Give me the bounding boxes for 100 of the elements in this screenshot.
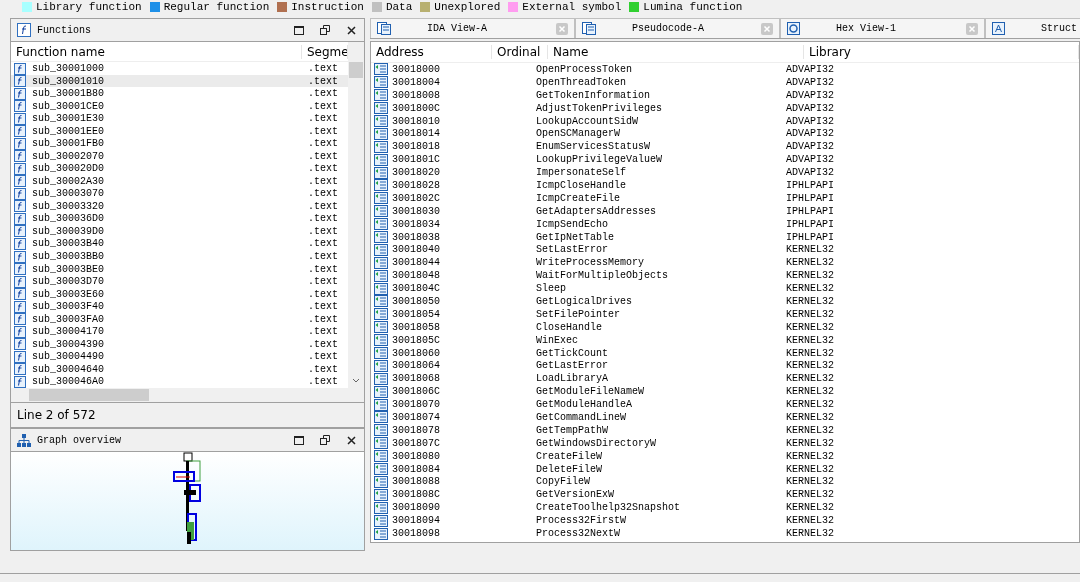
library-cell-text: KERNEL32 xyxy=(786,502,835,514)
library-cell-text: KERNEL32 xyxy=(786,308,835,320)
import-icon xyxy=(374,295,388,308)
function-row[interactable]: sub_30002A30 .text xyxy=(11,175,348,188)
name-cell-text: WinExec xyxy=(536,334,579,346)
address-cell: 3001804C xyxy=(371,282,536,295)
hierarchy-icon xyxy=(17,433,31,447)
function-row[interactable]: sub_30003B40 .text xyxy=(11,237,348,251)
function-row[interactable]: sub_30001FB0 .text xyxy=(11,137,348,150)
function-row[interactable]: sub_30003320 .text xyxy=(11,200,348,213)
column-header[interactable]: Name xyxy=(548,45,804,59)
restore-icon[interactable] xyxy=(318,23,332,37)
name-cell-text: AdjustTokenPrivileges xyxy=(536,102,664,114)
function-row[interactable]: sub_30001B80 .text xyxy=(11,87,348,100)
import-icon xyxy=(374,463,388,476)
address-cell: 3001801C xyxy=(371,153,536,166)
library-cell-text: ADVAPI32 xyxy=(786,102,835,114)
function-row[interactable]: sub_30001EE0 .text xyxy=(11,124,348,138)
legend-label: Data xyxy=(385,1,413,13)
function-row[interactable]: sub_30001CE0 .text xyxy=(11,99,348,113)
library-cell-text: IPHLPAPI xyxy=(786,192,835,204)
function-row[interactable]: sub_30004390 .text xyxy=(11,337,348,351)
address-cell: 30018068 xyxy=(371,372,536,385)
scroll-thumb[interactable] xyxy=(29,389,149,401)
restore-icon[interactable] xyxy=(318,433,332,447)
function-row[interactable]: sub_30003BE0 .text xyxy=(11,262,348,276)
legend-label: Unexplored xyxy=(434,1,501,13)
function-row[interactable]: sub_30004640 .text xyxy=(11,363,348,376)
function-row[interactable]: sub_30003E60 .text xyxy=(11,287,348,301)
function-row[interactable]: sub_30004490 .text xyxy=(11,350,348,364)
address-cell: 30018090 xyxy=(371,501,536,514)
import-icon xyxy=(374,475,388,488)
name-cell-text: ImpersonateSelf xyxy=(536,167,627,179)
function-row[interactable]: sub_300020D0 .text xyxy=(11,162,348,176)
name-cell-text: SetLastError xyxy=(536,244,609,256)
view-tab[interactable]: Hex View-1 xyxy=(780,18,985,38)
library-cell-text: IPHLPAPI xyxy=(786,231,835,243)
function-row[interactable]: sub_30003070 .text xyxy=(11,187,348,201)
function-row[interactable]: sub_300039D0 .text xyxy=(11,225,348,238)
address-cell: 3001808C xyxy=(371,488,536,501)
library-cell-text: ADVAPI32 xyxy=(786,63,835,75)
function-row[interactable]: sub_30003D70 .text xyxy=(11,275,348,288)
address-cell: 30018060 xyxy=(371,347,536,360)
function-row[interactable]: sub_30003F40 .text xyxy=(11,300,348,313)
function-row[interactable]: sub_30003FA0 .text xyxy=(11,312,348,326)
import-icon xyxy=(374,89,388,102)
function-row[interactable]: sub_300036D0 .text xyxy=(11,212,348,226)
function-row[interactable]: sub_30001E30 .text xyxy=(11,112,348,125)
function-icon xyxy=(14,288,26,301)
import-icon xyxy=(374,231,388,243)
name-cell-text: GetModuleFileNameW xyxy=(536,386,646,398)
function-icon xyxy=(14,363,26,376)
function-icon xyxy=(14,137,26,150)
column-header[interactable]: Function name xyxy=(11,44,302,59)
view-tab[interactable]: Struct xyxy=(985,18,1080,38)
library-cell-text: KERNEL32 xyxy=(786,334,835,346)
column-header[interactable]: Address xyxy=(371,45,492,59)
address-cell: 30018020 xyxy=(371,166,536,179)
function-row[interactable]: sub_30001010 .text xyxy=(11,74,348,88)
library-cell-text: KERNEL32 xyxy=(786,463,835,475)
name-cell-text: GetModuleHandleA xyxy=(536,399,633,411)
name-cell-text: IcmpSendEcho xyxy=(536,218,609,230)
name-cell-text: LoadLibraryA xyxy=(536,373,609,385)
close-icon[interactable] xyxy=(344,433,358,447)
view-tab[interactable]: IDA View-A xyxy=(370,18,575,38)
view-tab[interactable]: Pseudocode-A xyxy=(575,18,780,38)
name-cell-text: GetVersionExW xyxy=(536,489,615,501)
close-icon[interactable] xyxy=(344,23,358,37)
circle-icon xyxy=(787,22,800,35)
address-cell: 3001802C xyxy=(371,192,536,205)
function-row[interactable]: sub_30003BB0 .text xyxy=(11,250,348,263)
name-cell-text: WriteProcessMemory xyxy=(536,257,646,269)
scroll-thumb[interactable] xyxy=(349,62,363,78)
import-icon xyxy=(374,140,388,153)
name-cell-text: LookupPrivilegeValueW xyxy=(536,154,664,166)
column-header[interactable]: Library xyxy=(804,45,1079,59)
library-cell-text: ADVAPI32 xyxy=(786,141,835,153)
column-header[interactable]: Ordinal xyxy=(492,45,548,59)
import-icon xyxy=(374,115,388,127)
scroll-down-icon[interactable] xyxy=(352,378,360,384)
address-cell: 30018048 xyxy=(371,269,536,282)
name-cell-text: IcmpCloseHandle xyxy=(536,179,627,191)
function-icon xyxy=(14,87,26,100)
import-icon xyxy=(374,218,388,231)
import-icon xyxy=(374,488,388,501)
function-row[interactable]: sub_30004170 .text xyxy=(11,325,348,338)
document-icon xyxy=(582,22,596,35)
import-icon xyxy=(374,450,388,463)
function-row[interactable]: sub_30002070 .text xyxy=(11,150,348,163)
horizontal-scrollbar[interactable] xyxy=(11,388,364,402)
import-icon xyxy=(374,127,388,140)
import-icon xyxy=(374,269,388,282)
function-icon xyxy=(14,212,26,225)
function-icon xyxy=(14,112,26,125)
import-icon xyxy=(374,205,388,218)
vertical-scrollbar[interactable] xyxy=(348,42,364,388)
function-row[interactable]: sub_30001000 .text xyxy=(11,62,348,75)
library-cell-text: KERNEL32 xyxy=(786,515,835,527)
legend-label: Regular function xyxy=(163,1,270,13)
function-row[interactable]: sub_300046A0 .text xyxy=(11,375,348,389)
